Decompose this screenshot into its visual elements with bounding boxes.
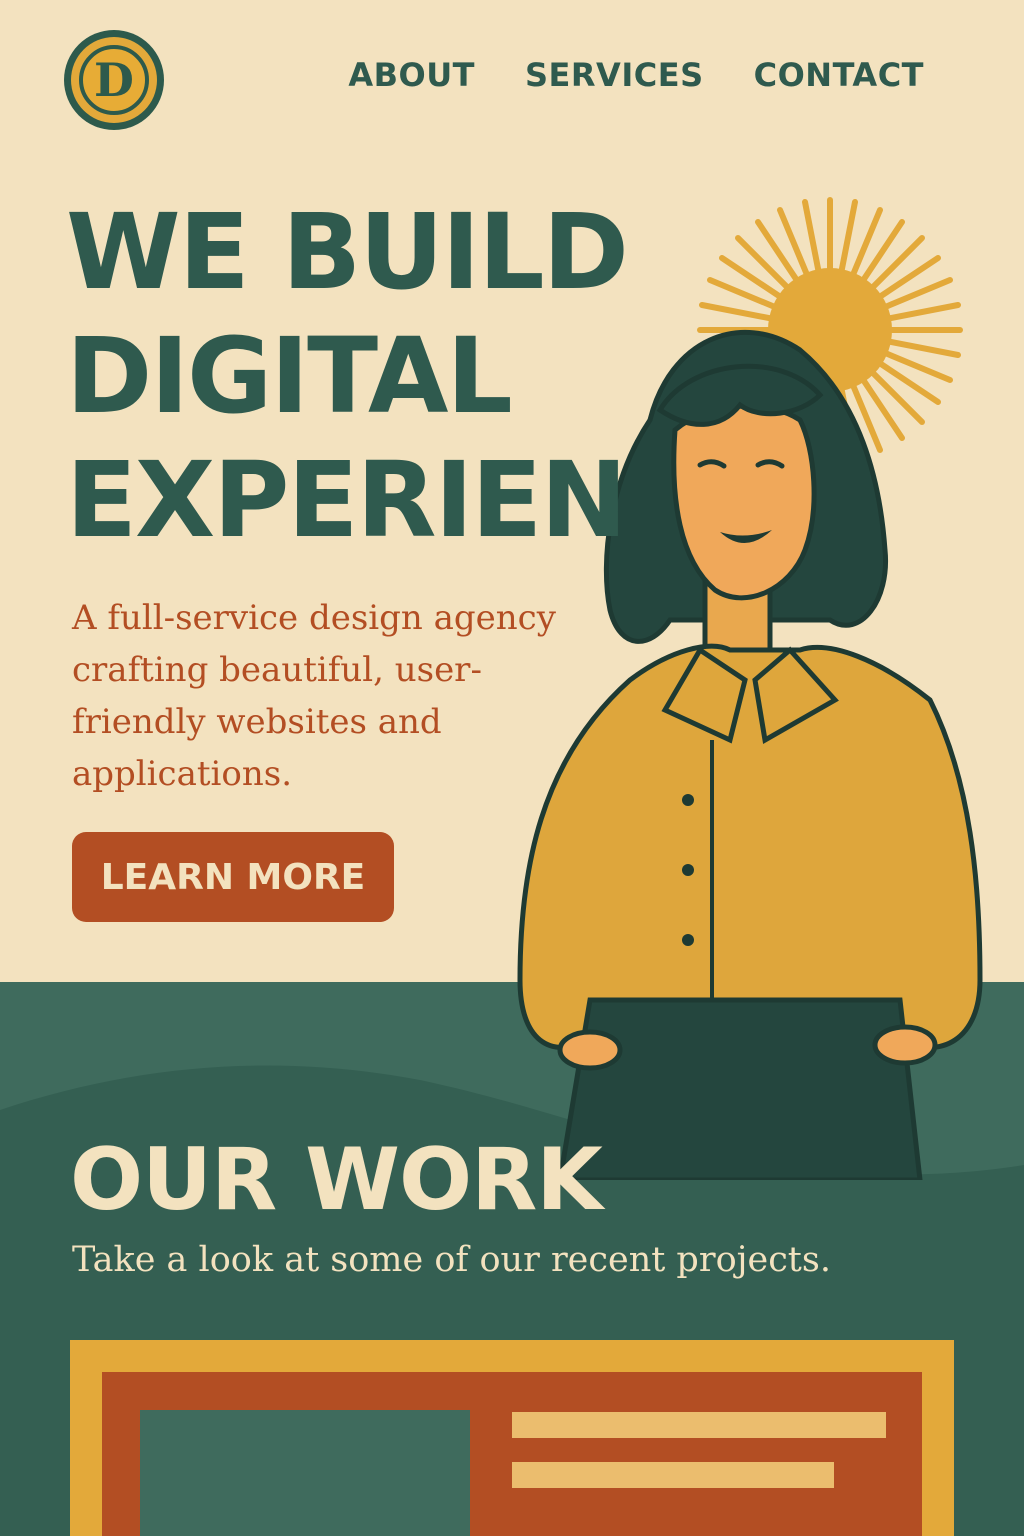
our-work-title: OUR WORK (70, 1130, 603, 1230)
headline-line-1: WE BUILD (66, 191, 629, 313)
project-text-line (512, 1412, 886, 1438)
nav-contact-link[interactable]: CONTACT (754, 56, 924, 94)
logo-ring: D (71, 37, 157, 123)
project-text-line (512, 1462, 834, 1488)
hero-subtext: A full-service design agency crafting be… (72, 598, 556, 794)
project-thumbnail (140, 1410, 470, 1536)
nav-about-link[interactable]: ABOUT (348, 56, 475, 94)
headline-line-3: EXPERIEN (66, 439, 627, 561)
our-work-subtitle: Take a look at some of our recent projec… (72, 1240, 831, 1280)
headline-line-2: DIGITAL (66, 315, 513, 437)
letter-d-badge-icon: D (79, 45, 149, 115)
project-card[interactable] (70, 1340, 954, 1536)
brand-logo[interactable]: D (64, 30, 164, 130)
main-nav: ABOUT SERVICES CONTACT (348, 56, 924, 94)
learn-more-button[interactable]: LEARN MORE (72, 832, 394, 922)
hero-headline: WE BUILD DIGITAL EXPERIEN (66, 190, 686, 562)
project-card-frame (102, 1372, 922, 1536)
nav-services-link[interactable]: SERVICES (525, 56, 704, 94)
page: D ABOUT SERVICES CONTACT WE BUILD DIGITA… (0, 0, 1024, 1536)
